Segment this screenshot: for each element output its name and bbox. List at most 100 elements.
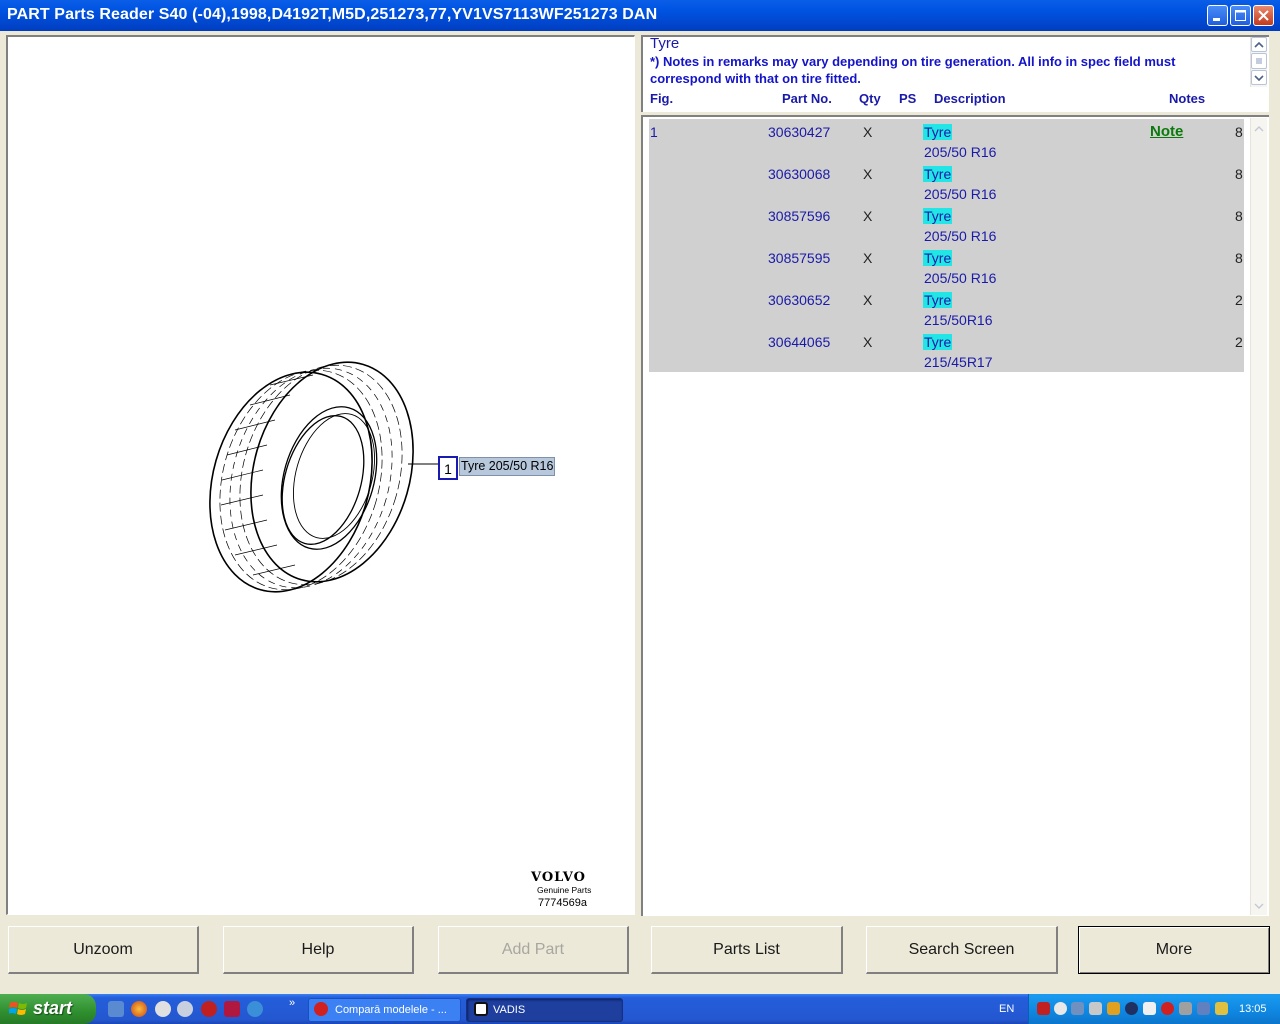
qty-cell: X — [863, 166, 873, 182]
volvo-logo: VOLVO — [531, 870, 586, 885]
chevron-down-icon — [1254, 903, 1264, 909]
desktop-icon[interactable] — [108, 1001, 124, 1017]
grip-icon — [1256, 58, 1262, 64]
count-cell: 8 — [1235, 166, 1243, 182]
table-row[interactable]: 30630068 X Tyre 205/50 R16 8 — [649, 163, 1244, 205]
table-row[interactable]: 30644065 X Tyre 215/45R17 2 — [649, 331, 1244, 373]
list-scroll-up-button[interactable] — [1251, 121, 1267, 136]
add-part-button[interactable]: Add Part — [438, 926, 629, 974]
close-button[interactable] — [1253, 5, 1274, 26]
parts-list-button[interactable]: Parts List — [651, 926, 843, 974]
description-cell[interactable]: Tyre — [923, 166, 953, 182]
internet-explorer-icon[interactable] — [247, 1001, 263, 1017]
callout-label[interactable]: Tyre 205/50 R16 — [459, 457, 556, 476]
part-no-cell[interactable]: 30644065 — [768, 334, 830, 350]
maximize-icon — [1235, 10, 1246, 21]
part-no-cell[interactable]: 30630068 — [768, 166, 830, 182]
bs-player-icon[interactable] — [155, 1001, 171, 1017]
count-cell: 2 — [1235, 334, 1243, 350]
qty-cell: X — [863, 124, 873, 140]
window-title: PART Parts Reader S40 (-04),1998,D4192T,… — [7, 6, 658, 23]
description-cell[interactable]: Tyre — [923, 124, 953, 140]
list-scroll-down-button[interactable] — [1251, 899, 1267, 914]
language-indicator[interactable]: EN — [999, 1003, 1014, 1015]
spec-cell: 215/45R17 — [924, 354, 993, 370]
callout-leader-line — [408, 463, 439, 465]
qty-cell: X — [863, 334, 873, 350]
qty-cell: X — [863, 292, 873, 308]
spec-cell: 205/50 R16 — [924, 228, 997, 244]
count-cell: 8 — [1235, 250, 1243, 266]
tray-volume-icon[interactable] — [1179, 1002, 1192, 1015]
column-header-notes: Notes — [1169, 91, 1206, 106]
qty-cell: X — [863, 208, 873, 224]
tray-device-icon[interactable] — [1089, 1002, 1102, 1015]
fig-cell: 1 — [650, 124, 658, 140]
chevron-up-icon — [1254, 126, 1264, 132]
description-cell[interactable]: Tyre — [923, 208, 953, 224]
tray-opera-icon[interactable] — [1037, 1002, 1050, 1015]
vadis-icon — [474, 1002, 488, 1016]
count-cell: 2 — [1235, 292, 1243, 308]
opera-icon[interactable] — [201, 1001, 217, 1017]
taskbar-item-vadis[interactable]: VADIS — [466, 998, 623, 1022]
taskbar-item-compare[interactable]: Comparā modelele - ... — [308, 998, 461, 1022]
tray-connection-icon[interactable] — [1197, 1002, 1210, 1015]
table-row[interactable]: 30857595 X Tyre 205/50 R16 8 — [649, 247, 1244, 289]
tray-settings-icon[interactable] — [1143, 1002, 1156, 1015]
close-icon — [1258, 10, 1269, 21]
column-header-ps: PS — [899, 91, 917, 106]
header-scroll-thumb[interactable] — [1251, 53, 1267, 69]
qty-cell: X — [863, 250, 873, 266]
drawing-id: 7774569a — [538, 897, 587, 909]
media-player-icon[interactable] — [177, 1001, 193, 1017]
help-button[interactable]: Help — [223, 926, 414, 974]
part-no-cell[interactable]: 30857596 — [768, 208, 830, 224]
save-icon[interactable] — [224, 1001, 240, 1017]
tray-security-icon[interactable] — [1107, 1002, 1120, 1015]
tray-network-icon[interactable] — [1071, 1002, 1084, 1015]
part-no-cell[interactable]: 30630652 — [768, 292, 830, 308]
group-title: Tyre — [650, 35, 680, 52]
unzoom-button[interactable]: Unzoom — [8, 926, 199, 974]
spec-cell: 215/50R16 — [924, 312, 993, 328]
more-button[interactable]: More — [1078, 926, 1270, 974]
part-no-cell[interactable]: 30630427 — [768, 124, 830, 140]
header-scroll-down-button[interactable] — [1251, 70, 1267, 85]
table-row[interactable]: 30630652 X Tyre 215/50R16 2 — [649, 289, 1244, 331]
spec-cell: 205/50 R16 — [924, 144, 997, 160]
firefox-icon[interactable] — [131, 1001, 147, 1017]
callout-number[interactable]: 1 — [438, 456, 458, 480]
group-remark: *) Notes in remarks may vary depending o… — [650, 54, 1176, 86]
column-header-part-no: Part No. — [782, 91, 832, 106]
tray-app-icon[interactable] — [1054, 1002, 1067, 1015]
count-cell: 8 — [1235, 208, 1243, 224]
table-row[interactable]: 1 30630427 X Tyre 205/50 R16 Note 8 — [649, 121, 1244, 163]
count-cell: 8 — [1235, 124, 1243, 140]
column-header-fig: Fig. — [650, 91, 674, 106]
table-row[interactable]: 30857596 X Tyre 205/50 R16 8 — [649, 205, 1244, 247]
spec-cell: 205/50 R16 — [924, 186, 997, 202]
quick-launch-overflow-icon[interactable]: » — [289, 997, 295, 1009]
search-screen-button[interactable]: Search Screen — [866, 926, 1058, 974]
tyre-drawing[interactable] — [205, 360, 445, 600]
column-header-qty: Qty — [859, 91, 881, 106]
header-scroll-up-button[interactable] — [1251, 37, 1267, 52]
description-cell[interactable]: Tyre — [923, 292, 953, 308]
note-link[interactable]: Note — [1150, 123, 1183, 140]
chevron-up-icon — [1254, 41, 1264, 48]
clock: 13:05 — [1239, 1003, 1267, 1015]
description-cell[interactable]: Tyre — [923, 250, 953, 266]
maximize-button[interactable] — [1230, 5, 1251, 26]
start-label: start — [33, 998, 73, 1018]
column-header-description: Description — [934, 91, 1006, 106]
description-cell[interactable]: Tyre — [923, 334, 953, 350]
part-no-cell[interactable]: 30857595 — [768, 250, 830, 266]
parts-list-scrollbar[interactable] — [1250, 118, 1267, 915]
tray-media-icon[interactable] — [1125, 1002, 1138, 1015]
windows-logo-icon — [9, 1002, 27, 1015]
tray-update-icon[interactable] — [1215, 1002, 1228, 1015]
tray-antivirus-icon[interactable] — [1161, 1002, 1174, 1015]
opera-icon — [314, 1002, 328, 1016]
minimize-button[interactable] — [1207, 5, 1228, 26]
